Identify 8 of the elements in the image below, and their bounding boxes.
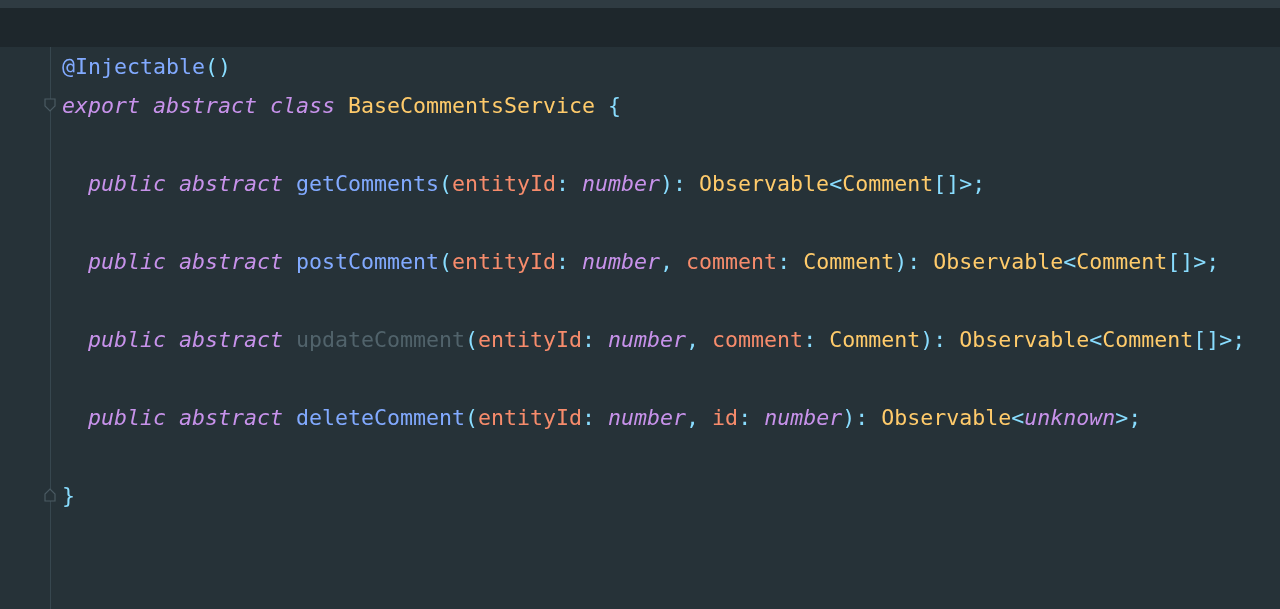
code-line: export abstract class BaseCommentsService { (61, 93, 622, 118)
code-line: public abstract deleteComment(entityId: number, id: number): Observable<unknown>; (87, 405, 1142, 430)
fold-marker-icon[interactable] (44, 98, 56, 112)
code-line: public abstract postComment(entityId: number, comment: Comment): Observable<Comment[]>; (87, 249, 1220, 274)
code-line: } (61, 483, 75, 508)
code-line: public abstract getComments(entityId: number): Observable<Comment[]>; (87, 171, 986, 196)
fold-marker-icon[interactable] (44, 488, 56, 502)
code-line: @Injectable() (61, 54, 232, 79)
